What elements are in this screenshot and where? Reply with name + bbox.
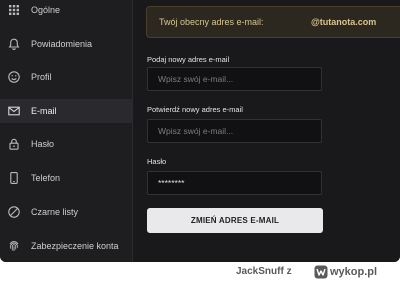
sidebar-item-profil[interactable]: Profil bbox=[0, 65, 133, 89]
sidebar-item-email[interactable]: E-mail bbox=[0, 99, 133, 123]
sidebar-item-zabezpieczenie-konta[interactable]: Zabezpieczenie konta bbox=[0, 234, 133, 258]
fingerprint-icon bbox=[7, 239, 21, 253]
change-email-button[interactable]: ZMIEŃ ADRES E-MAIL bbox=[147, 208, 323, 233]
sidebar-item-label: Hasło bbox=[31, 139, 55, 149]
sidebar-item-powiadomienia[interactable]: Powiadomienia bbox=[0, 32, 133, 56]
new-email-input[interactable] bbox=[147, 67, 322, 91]
sidebar-item-label: Czarne listy bbox=[31, 207, 79, 217]
settings-sidebar: Ogólne Powiadomienia Profil E-mail Hasło bbox=[0, 0, 133, 262]
confirm-email-input[interactable] bbox=[147, 119, 322, 143]
password-label: Hasło bbox=[147, 157, 167, 166]
wykop-logo: wykop.pl bbox=[314, 265, 377, 279]
smiley-icon bbox=[7, 70, 21, 84]
sidebar-item-label: E-mail bbox=[31, 106, 57, 116]
current-email-banner: Twój obecny adres e-mail: @tutanota.com bbox=[146, 6, 400, 38]
current-email-label: Twój obecny adres e-mail: bbox=[159, 17, 264, 27]
sidebar-item-label: Ogólne bbox=[31, 5, 61, 15]
sidebar-item-ogolne[interactable]: Ogólne bbox=[0, 0, 133, 22]
wykop-logo-text: wykop.pl bbox=[330, 266, 378, 278]
sidebar-item-czarne-listy[interactable]: Czarne listy bbox=[0, 200, 133, 224]
sidebar-item-haslo[interactable]: Hasło bbox=[0, 132, 133, 156]
watermark-footer: JackSnuff z wykop.pl bbox=[0, 262, 400, 282]
sidebar-item-label: Powiadomienia bbox=[31, 39, 93, 49]
sidebar-item-label: Zabezpieczenie konta bbox=[31, 241, 119, 251]
confirm-email-label: Potwierdź nowy adres e-mail bbox=[147, 105, 243, 114]
blocked-icon bbox=[7, 205, 21, 219]
bell-icon bbox=[7, 37, 21, 51]
password-input[interactable] bbox=[147, 171, 322, 195]
new-email-label: Podaj nowy adres e-mail bbox=[147, 55, 230, 64]
phone-icon bbox=[7, 171, 21, 185]
grid-icon bbox=[7, 3, 21, 17]
sidebar-item-label: Telefon bbox=[31, 173, 61, 183]
envelope-icon bbox=[7, 104, 21, 118]
email-settings-panel: Twój obecny adres e-mail: @tutanota.com … bbox=[134, 0, 400, 262]
watermark-author: JackSnuff z bbox=[236, 266, 292, 277]
wykop-logo-icon bbox=[314, 265, 328, 279]
sidebar-item-telefon[interactable]: Telefon bbox=[0, 166, 133, 190]
lock-icon bbox=[7, 137, 21, 151]
settings-window: Ogólne Powiadomienia Profil E-mail Hasło bbox=[0, 0, 400, 262]
sidebar-item-label: Profil bbox=[31, 72, 52, 82]
current-email-value: @tutanota.com bbox=[311, 17, 377, 27]
